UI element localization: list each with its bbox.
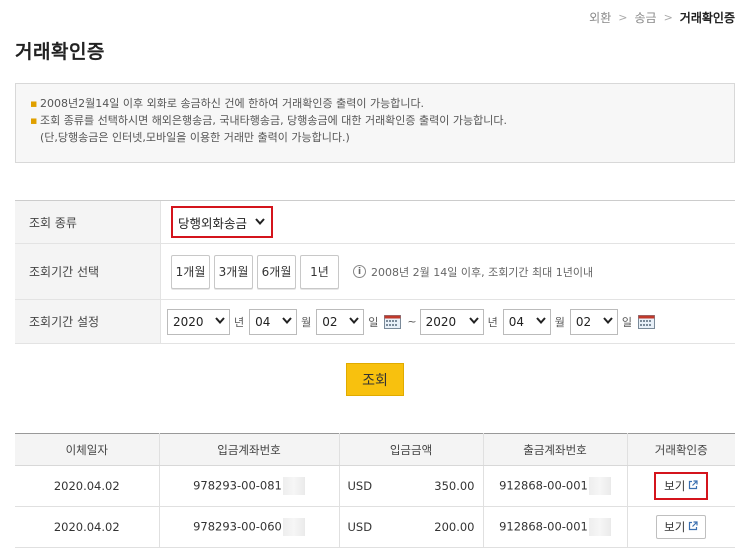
period-1year-button[interactable]: 1년 xyxy=(300,254,339,289)
cell-amount: USD 200.00 xyxy=(339,506,484,548)
currency: USD xyxy=(347,479,373,493)
period-note-text: 2008년 2월 14일 이후, 조회기간 최대 1년이내 xyxy=(371,265,594,279)
masked-digits xyxy=(588,518,611,536)
unit-year: 년 xyxy=(487,315,498,329)
end-day-select[interactable]: 02 xyxy=(569,308,618,335)
notice-line-1: ▪ 2008년2월14일 이후 외화로 송금하신 건에 한하여 거래확인증 출력이… xyxy=(30,95,720,112)
unit-day: 일 xyxy=(621,315,632,329)
select-arrow-icon xyxy=(535,316,546,327)
unit-day: 일 xyxy=(368,315,379,329)
result-table: 이체일자 입금계좌번호 입금금액 출금계좌번호 거래확인증 2020.04.02… xyxy=(15,433,735,548)
search-button[interactable]: 조회 xyxy=(346,363,404,396)
cell-in-account: 978293-00-060 xyxy=(159,506,340,548)
select-arrow-icon xyxy=(603,316,613,327)
start-day-select[interactable]: 02 xyxy=(316,308,365,335)
type-select[interactable]: 당행외화송금 xyxy=(175,210,269,234)
col-header-in-account: 입금계좌번호 xyxy=(159,433,340,466)
cell-action: 보기 xyxy=(627,506,735,548)
notice-box: ▪ 2008년2월14일 이후 외화로 송금하신 건에 한하여 거래확인증 출력이… xyxy=(15,83,735,163)
form-row-period: 조회기간 선택 1개월 3개월 6개월 1년 i 2008년 2월 14일 이후… xyxy=(15,244,735,300)
search-form: 조회 종류 당행외화송금 조회기간 선택 1개월 3개월 6개월 1년 i 20… xyxy=(15,200,735,344)
select-arrow-icon xyxy=(349,316,359,327)
type-label: 조회 종류 xyxy=(15,201,161,243)
cell-date: 2020.04.02 xyxy=(15,465,160,507)
masked-digits xyxy=(588,477,611,495)
bullet-icon: ▪ xyxy=(30,97,38,110)
unit-month: 월 xyxy=(301,315,312,329)
table-row: 2020.04.02 978293-00-060 USD 200.00 91286… xyxy=(15,506,735,548)
external-link-icon xyxy=(688,479,698,493)
period-3month-button[interactable]: 3개월 xyxy=(214,254,253,289)
period-1month-button[interactable]: 1개월 xyxy=(171,254,210,289)
start-month-select[interactable]: 04 xyxy=(249,308,298,335)
range-label: 조회기간 설정 xyxy=(15,300,161,343)
range-separator: ~ xyxy=(407,315,417,328)
chevron-right-icon: > xyxy=(618,11,628,24)
end-year-select[interactable]: 2020 xyxy=(419,308,484,335)
amount: 200.00 xyxy=(434,520,475,534)
chevron-right-icon: > xyxy=(663,11,673,24)
currency: USD xyxy=(347,520,373,534)
view-certificate-button[interactable]: 보기 xyxy=(658,476,705,496)
bullet-icon: ▪ xyxy=(30,114,38,127)
notice-text-2: 조회 종류를 선택하시면 해외은행송금, 국내타행송금, 당행송금에 대한 거래… xyxy=(40,114,507,127)
cell-date: 2020.04.02 xyxy=(15,506,160,548)
cell-out-account: 912868-00-001 xyxy=(483,465,628,507)
end-month-select[interactable]: 04 xyxy=(502,308,551,335)
breadcrumb-item-current: 거래확인증 xyxy=(679,11,735,25)
calendar-icon[interactable] xyxy=(384,314,402,329)
unit-month: 월 xyxy=(554,315,565,329)
col-header-out-account: 출금계좌번호 xyxy=(483,433,628,466)
col-header-amount: 입금금액 xyxy=(339,433,484,466)
select-arrow-icon xyxy=(255,217,265,228)
notice-text-1: 2008년2월14일 이후 외화로 송금하신 건에 한하여 거래확인증 출력이 … xyxy=(40,97,425,110)
breadcrumb-item-remittance[interactable]: 송금 xyxy=(634,9,656,26)
select-arrow-icon xyxy=(282,316,292,327)
view-certificate-button[interactable]: 보기 xyxy=(656,515,707,539)
start-year-select[interactable]: 2020 xyxy=(167,308,230,335)
period-6month-button[interactable]: 6개월 xyxy=(257,254,296,289)
col-header-certificate: 거래확인증 xyxy=(627,433,735,466)
notice-line-2: ▪ 조회 종류를 선택하시면 해외은행송금, 국내타행송금, 당행송금에 대한 거… xyxy=(30,112,720,129)
form-row-range: 조회기간 설정 2020 년 04 월 02 일 ~ 2020 년 04 월 0… xyxy=(15,300,735,344)
table-row: 2020.04.02 978293-00-081 USD 350.00 91286… xyxy=(15,465,735,507)
type-select-value: 당행외화송금 xyxy=(178,215,248,231)
type-select-highlight: 당행외화송금 xyxy=(171,206,273,238)
breadcrumb: 외환 > 송금 > 거래확인증 xyxy=(589,9,735,26)
view-button-highlight: 보기 xyxy=(654,472,709,500)
page-title: 거래확인증 xyxy=(15,41,105,63)
form-row-type: 조회 종류 당행외화송금 xyxy=(15,201,735,244)
table-header-row: 이체일자 입금계좌번호 입금금액 출금계좌번호 거래확인증 xyxy=(15,433,735,466)
notice-line-2-sub: (단,당행송금은 인터넷,모바일을 이용한 거래만 출력이 가능합니다.) xyxy=(40,131,350,144)
unit-year: 년 xyxy=(234,315,245,329)
external-link-icon xyxy=(688,520,698,534)
amount: 350.00 xyxy=(434,479,475,493)
masked-digits xyxy=(282,477,305,495)
info-icon: i xyxy=(353,265,366,278)
cell-out-account: 912868-00-001 xyxy=(483,506,628,548)
select-arrow-icon xyxy=(215,316,225,327)
masked-digits xyxy=(282,518,305,536)
period-label: 조회기간 선택 xyxy=(15,244,161,299)
cell-action: 보기 xyxy=(627,465,735,507)
calendar-icon[interactable] xyxy=(637,314,655,329)
period-note: i 2008년 2월 14일 이후, 조회기간 최대 1년이내 xyxy=(353,264,593,280)
cell-amount: USD 350.00 xyxy=(339,465,484,507)
cell-in-account: 978293-00-081 xyxy=(159,465,340,507)
breadcrumb-item-fx[interactable]: 외환 xyxy=(589,9,611,26)
col-header-date: 이체일자 xyxy=(15,433,160,466)
select-arrow-icon xyxy=(468,316,479,327)
